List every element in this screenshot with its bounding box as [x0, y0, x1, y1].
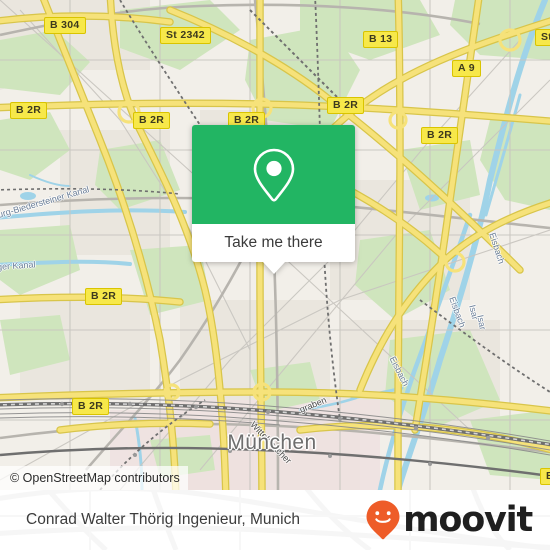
city-label: München: [227, 431, 317, 454]
road-shield: B 2R: [421, 127, 459, 144]
footer-content: Conrad Walter Thörig Ingenieur, Munich m…: [0, 490, 550, 550]
take-me-there-callout[interactable]: Take me there: [192, 125, 355, 274]
take-me-there-label: Take me there: [224, 234, 323, 251]
footer-bar: Conrad Walter Thörig Ingenieur, Munich m…: [0, 490, 550, 550]
road-shield: A 9: [452, 60, 481, 77]
moovit-wordmark: moovit: [403, 499, 533, 540]
road-shield: B 2R: [10, 102, 48, 119]
road-shield: B 2R: [72, 398, 110, 415]
road-shield: B 13: [363, 31, 399, 48]
attribution-text: © OpenStreetMap contributors: [10, 471, 180, 485]
road-shield: B 2R: [327, 97, 365, 114]
map-attribution[interactable]: © OpenStreetMap contributors: [0, 466, 188, 490]
callout-tail: [262, 262, 285, 274]
moovit-location-card: B 304 St 2342 B 13 St A 9 B 2R B 2R B 2R B 2R B 2…: [0, 0, 550, 550]
place-title: Conrad Walter Thörig Ingenieur, Munich: [26, 511, 300, 528]
road-shield: B: [540, 468, 550, 485]
road-shield: B 304: [44, 17, 86, 34]
map-canvas[interactable]: B 304 St 2342 B 13 St A 9 B 2R B 2R B 2R B 2R B 2…: [0, 0, 550, 490]
location-pin-icon: [253, 148, 294, 202]
moovit-logo[interactable]: moovit: [366, 499, 533, 540]
road-shield: St 2342: [160, 27, 211, 44]
callout-header: [192, 125, 355, 224]
moovit-smiley-pin-icon: [366, 500, 400, 540]
road-shield: St: [535, 29, 550, 46]
callout-action-bar[interactable]: Take me there: [192, 224, 355, 262]
road-shield: B 2R: [85, 288, 123, 305]
road-shield: B 2R: [133, 112, 171, 129]
